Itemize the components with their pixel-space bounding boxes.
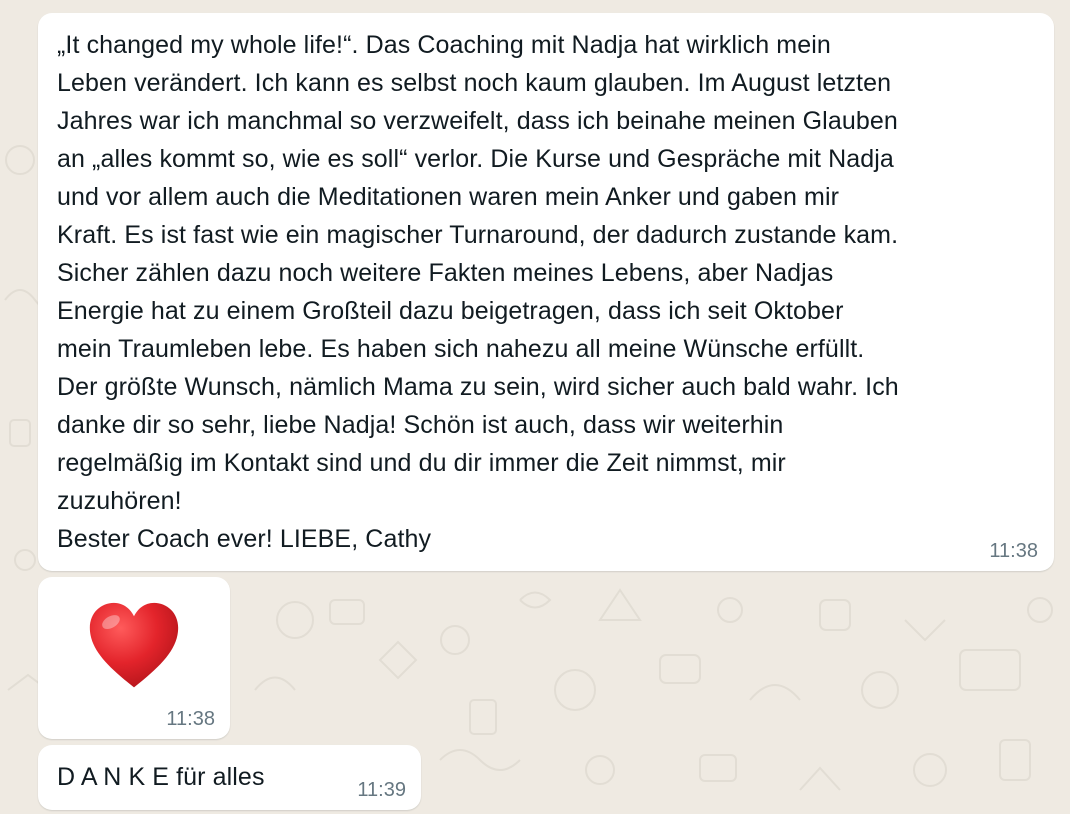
- message-text: D A N K E für alles: [57, 763, 265, 791]
- message-bubble-short[interactable]: D A N K E für alles 11:39: [38, 745, 421, 810]
- message-timestamp: 11:39: [357, 779, 406, 801]
- heart-graphic: [89, 602, 179, 688]
- message-text: „It changed my whole life!“. Das Coachin…: [57, 26, 1034, 558]
- message-bubble-emoji[interactable]: 11:38: [38, 577, 230, 739]
- message-timestamp: 11:38: [166, 708, 215, 730]
- message-bubble-long[interactable]: „It changed my whole life!“. Das Coachin…: [38, 13, 1054, 571]
- message-paragraph: „It changed my whole life!“. Das Coachin…: [57, 31, 899, 515]
- red-heart-icon: [86, 599, 182, 695]
- message-signature: Bester Coach ever! LIEBE, Cathy: [57, 525, 432, 553]
- message-timestamp: 11:38: [989, 540, 1038, 562]
